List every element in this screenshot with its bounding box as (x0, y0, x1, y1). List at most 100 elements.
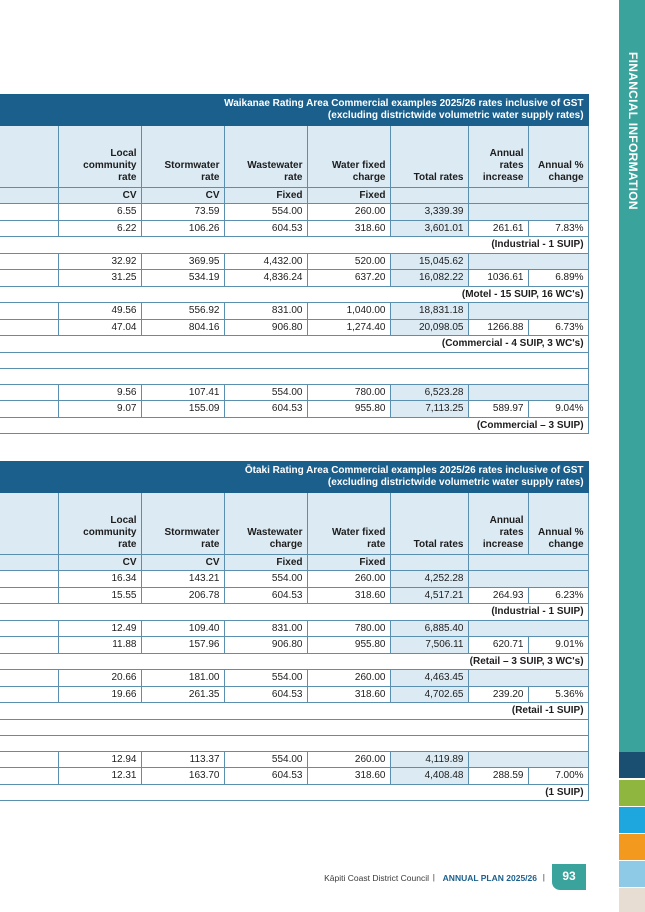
table-cell: 1,274.40 (306, 318, 391, 336)
table-cell: 7.00% (527, 767, 589, 785)
column-header: Total rates (389, 125, 469, 188)
row-lead-cell (0, 570, 59, 588)
table-row: 6.22 106.26 604.53 318.60 3,601.01 261.61 7.83… (0, 219, 589, 237)
table-cell: 261.35 (140, 685, 225, 703)
table-cell: 9.04% (527, 400, 589, 418)
table-cell: 955.80 (306, 400, 391, 418)
table-cell: 206.78 (140, 586, 225, 604)
row-lead-cell (0, 586, 59, 604)
unit-cell: CV (57, 554, 142, 571)
table-row: 11.88 157.96 906.80 955.80 7,506.11 620.71 9.0… (0, 636, 589, 654)
table-cell: 32.92 (57, 252, 142, 270)
header-blank-cell (0, 492, 59, 555)
blank-cell (467, 302, 589, 320)
unit-cell: CV (140, 187, 225, 204)
table-cell: 9.07 (57, 400, 142, 418)
table-cell: 11.88 (57, 636, 142, 654)
table-cell: 3,601.01 (389, 219, 469, 237)
table-cell: 157.96 (140, 636, 225, 654)
table-title-line: Ōtaki Rating Area Commercial examples 20… (244, 465, 584, 476)
table-cell: 18,831.18 (389, 302, 469, 320)
table-row: 12.31 163.70 604.53 318.60 4,408.48 288.59 7.0… (0, 767, 589, 785)
side-block-orange (619, 834, 645, 860)
table-cell: 780.00 (306, 383, 391, 401)
footer-separator: | (542, 872, 545, 882)
table-cell: 15.55 (57, 586, 142, 604)
table-cell: 831.00 (223, 619, 308, 637)
example-label: (Industrial - 1 SUIP) (0, 603, 589, 621)
table-cell: 260.00 (306, 570, 391, 588)
unit-cell: Fixed (223, 187, 308, 204)
table-cell: 4,702.65 (389, 685, 469, 703)
table-cell: 260.00 (306, 203, 391, 221)
table-cell: 239.20 (467, 685, 529, 703)
table-cell: 260.00 (306, 750, 391, 768)
table-cell: 47.04 (57, 318, 142, 336)
table-row: 16.34 143.21 554.00 260.00 4,252.28 (0, 570, 589, 588)
table-cell: 19.66 (57, 685, 142, 703)
table-cell: 4,252.28 (389, 570, 469, 588)
example-label-row: (1 SUIP) (0, 783, 589, 801)
table-title: Waikanae Rating Area Commercial examples… (0, 94, 589, 126)
example-label-row: (Industrial - 1 SUIP) (0, 236, 589, 254)
example-label: (1 SUIP) (0, 783, 589, 801)
table-cell: 7,113.25 (389, 400, 469, 418)
example-label: (Commercial – 3 SUIP) (0, 416, 589, 434)
empty-cell (0, 718, 589, 736)
table-cell: 955.80 (306, 636, 391, 654)
table-cell: 604.53 (223, 400, 308, 418)
table-cell: 12.49 (57, 619, 142, 637)
unit-cell: CV (57, 187, 142, 204)
table-cell: 9.56 (57, 383, 142, 401)
table-cell: 155.09 (140, 400, 225, 418)
example-label-row: (Retail – 3 SUIP, 3 WC's) (0, 652, 589, 670)
table-cell: 143.21 (140, 570, 225, 588)
table-cell: 106.26 (140, 219, 225, 237)
table-title-row: Ōtaki Rating Area Commercial examples 20… (0, 461, 589, 493)
unit-blank-cell (0, 187, 59, 204)
example-label-row: (Commercial – 3 SUIP) (0, 416, 589, 434)
table-cell: 1036.61 (467, 269, 529, 287)
table-cell: 260.00 (306, 669, 391, 687)
table-cell: 534.19 (140, 269, 225, 287)
table-row: 12.94 113.37 554.00 260.00 4,119.89 (0, 750, 589, 768)
table-cell: 1,040.00 (306, 302, 391, 320)
blank-cell (467, 252, 589, 270)
table-cell: 7.83% (527, 219, 589, 237)
row-lead-cell (0, 302, 59, 320)
unit-cell: Fixed (306, 554, 391, 571)
unit-blank-cell (389, 554, 469, 571)
table-cell: 6.55 (57, 203, 142, 221)
example-label: (Industrial - 1 SUIP) (0, 236, 589, 254)
table-cell: 6.23% (527, 586, 589, 604)
table-cell: 369.95 (140, 252, 225, 270)
row-lead-cell (0, 219, 59, 237)
column-header: Water fixed rate (306, 492, 391, 555)
row-lead-cell (0, 252, 59, 270)
table-cell: 520.00 (306, 252, 391, 270)
row-lead-cell (0, 318, 59, 336)
table-row: 19.66 261.35 604.53 318.60 4,702.65 239.20 5.3… (0, 685, 589, 703)
table-header-row: Local community rate Stormwater rate Waste… (0, 125, 589, 188)
table-cell: 16,082.22 (389, 269, 469, 287)
table-row: 12.49 109.40 831.00 780.00 6,885.40 (0, 619, 589, 637)
footer-plan-title: ANNUAL PLAN 2025/26 (442, 873, 537, 883)
row-lead-cell (0, 383, 59, 401)
table-cell: 906.80 (223, 636, 308, 654)
table-empty-row (0, 351, 589, 369)
table-cell: 109.40 (140, 619, 225, 637)
table-cell: 15,045.62 (389, 252, 469, 270)
table-cell: 554.00 (223, 383, 308, 401)
example-label-row: (Retail -1 SUIP) (0, 702, 589, 720)
column-header: Annual % change (527, 492, 589, 555)
table-empty-row (0, 718, 589, 736)
blank-cell (467, 619, 589, 637)
table-cell: 113.37 (140, 750, 225, 768)
column-header: Local community rate (57, 125, 142, 188)
table-cell: 181.00 (140, 669, 225, 687)
row-lead-cell (0, 203, 59, 221)
header-blank-cell (0, 125, 59, 188)
table-unit-row: CV CV Fixed Fixed (0, 554, 589, 571)
table-row: 15.55 206.78 604.53 318.60 4,517.21 264.93 6.2… (0, 586, 589, 604)
blank-cell (467, 383, 589, 401)
